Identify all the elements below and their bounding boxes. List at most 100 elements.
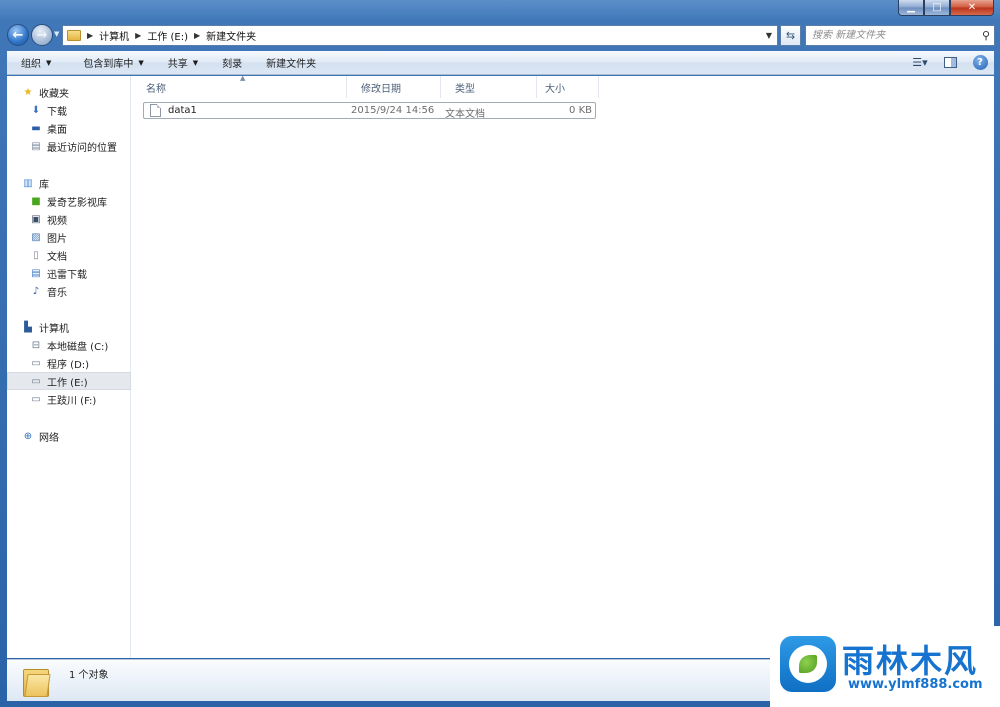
sidebar-item-label: 工作 (E:) bbox=[47, 377, 88, 389]
sidebar-item-label: 收藏夹 bbox=[39, 88, 69, 100]
iqiyi-icon: ■ bbox=[31, 195, 41, 207]
close-button[interactable]: ✕ bbox=[950, 0, 994, 16]
network-icon: ⊕ bbox=[23, 430, 33, 442]
change-view-button[interactable]: ☰▾ bbox=[912, 54, 928, 70]
file-list: 名称 ▲ 修改日期 类型 大小 data1 2015/9/24 14:56 文本… bbox=[132, 74, 994, 658]
folder-icon bbox=[23, 665, 51, 697]
breadcrumb-computer[interactable]: 计算机 bbox=[99, 28, 129, 43]
column-header-type[interactable]: 类型 bbox=[441, 76, 537, 98]
sidebar-item-recent-places[interactable]: ▤ 最近访问的位置 bbox=[7, 137, 131, 155]
column-header-name[interactable]: 名称 ▲ bbox=[132, 74, 347, 98]
table-row[interactable]: data1 2015/9/24 14:56 文本文档 0 KB bbox=[143, 102, 596, 120]
sidebar-item-iqiyi-library[interactable]: ■ 爱奇艺影视库 bbox=[7, 192, 131, 210]
recent-places-icon: ▤ bbox=[31, 140, 41, 152]
share-label: 共享 bbox=[167, 59, 188, 70]
column-header-modified[interactable]: 修改日期 bbox=[347, 76, 441, 98]
chevron-down-icon: ▼ bbox=[192, 58, 199, 67]
navigation-bar: ← → ▼ ▶ 计算机 ▶ 工作 (E:) ▶ 新建文件夹 ▼ ⇆ ⚲ bbox=[4, 22, 996, 50]
system-drive-icon: ⊟ bbox=[31, 339, 41, 351]
preview-pane-icon bbox=[943, 56, 957, 68]
chevron-down-icon: ▼ bbox=[54, 30, 60, 38]
desktop-icon: ▬ bbox=[31, 122, 41, 134]
chevron-right-icon[interactable]: ▶ bbox=[135, 31, 141, 40]
help-icon: ? bbox=[972, 54, 988, 70]
refresh-button[interactable]: ⇆ bbox=[780, 25, 801, 46]
xunlei-icon: ▤ bbox=[31, 267, 41, 279]
organize-label: 组织 bbox=[21, 59, 41, 70]
forward-button[interactable]: → bbox=[31, 24, 53, 46]
chevron-right-icon[interactable]: ▶ bbox=[87, 31, 93, 40]
share-button[interactable]: 共享 ▼ bbox=[160, 52, 206, 74]
sidebar-item-network[interactable]: ⊕ 网络 bbox=[7, 427, 131, 445]
sidebar-item-libraries[interactable]: ▥ 库 bbox=[7, 174, 131, 192]
search-box[interactable]: ⚲ bbox=[805, 25, 995, 46]
arrow-left-icon: ← bbox=[12, 27, 24, 43]
sidebar-item-documents[interactable]: ▯ 文档 bbox=[7, 246, 131, 264]
chevron-right-icon[interactable]: ▶ bbox=[194, 31, 200, 40]
column-header-size[interactable]: 大小 bbox=[537, 76, 599, 98]
search-input[interactable] bbox=[806, 26, 978, 45]
downloads-folder-icon: ⬇ bbox=[31, 104, 41, 116]
logo-badge-icon bbox=[780, 636, 836, 692]
burn-button[interactable]: 刻录 bbox=[214, 52, 250, 74]
sidebar-item-favorites[interactable]: ★ 收藏夹 bbox=[7, 83, 131, 101]
star-icon: ★ bbox=[23, 86, 33, 98]
sidebar-item-label: 桌面 bbox=[47, 124, 67, 136]
sidebar-item-downloads[interactable]: ⬇ 下载 bbox=[7, 101, 131, 119]
include-in-library-button[interactable]: 包含到库中 ▼ bbox=[75, 52, 151, 74]
new-folder-button[interactable]: 新建文件夹 bbox=[258, 52, 324, 74]
sidebar-item-label: 网络 bbox=[39, 432, 59, 444]
sidebar-item-label: 音乐 bbox=[47, 287, 67, 299]
recent-pages-dropdown[interactable]: ▼ bbox=[54, 30, 59, 38]
organize-button[interactable]: 组织 ▼ bbox=[13, 52, 59, 74]
include-in-library-label: 包含到库中 bbox=[83, 59, 134, 70]
column-header-label: 名称 bbox=[146, 83, 166, 95]
sidebar-item-computer[interactable]: ▙ 计算机 bbox=[7, 318, 131, 336]
sidebar-item-videos[interactable]: ▣ 视频 bbox=[7, 210, 131, 228]
sidebar-item-drive-e[interactable]: ▭ 工作 (E:) bbox=[7, 372, 131, 390]
chevron-down-icon: ▼ bbox=[765, 31, 773, 40]
file-size: 0 KB bbox=[569, 105, 592, 116]
address-history-dropdown[interactable]: ▼ bbox=[763, 29, 775, 42]
sidebar-item-label: 文档 bbox=[47, 251, 67, 263]
drive-icon: ▭ bbox=[31, 357, 41, 369]
sidebar-item-pictures[interactable]: ▨ 图片 bbox=[7, 228, 131, 246]
column-header-label: 类型 bbox=[455, 83, 475, 95]
sidebar-item-desktop[interactable]: ▬ 桌面 bbox=[7, 119, 131, 137]
folder-icon bbox=[67, 30, 81, 41]
breadcrumb-drive-e[interactable]: 工作 (E:) bbox=[147, 28, 188, 43]
address-bar[interactable]: ▶ 计算机 ▶ 工作 (E:) ▶ 新建文件夹 ▼ bbox=[62, 25, 778, 46]
sidebar-item-label: 迅雷下载 bbox=[47, 269, 87, 281]
back-button[interactable]: ← bbox=[7, 24, 29, 46]
title-bar: ▁ □ ✕ bbox=[0, 0, 1000, 20]
sidebar-item-label: 最近访问的位置 bbox=[47, 142, 117, 154]
sidebar-item-label: 本地磁盘 (C:) bbox=[47, 341, 109, 353]
sidebar-item-xunlei-downloads[interactable]: ▤ 迅雷下载 bbox=[7, 264, 131, 282]
toolbar-right: ☰▾ ? bbox=[912, 54, 988, 70]
video-icon: ▣ bbox=[31, 213, 41, 225]
breadcrumb-new-folder[interactable]: 新建文件夹 bbox=[206, 28, 256, 43]
sidebar-item-drive-d[interactable]: ▭ 程序 (D:) bbox=[7, 354, 131, 372]
libraries-icon: ▥ bbox=[23, 177, 33, 189]
drive-icon: ▭ bbox=[31, 393, 41, 405]
maximize-button[interactable]: □ bbox=[924, 0, 950, 16]
minimize-button[interactable]: ▁ bbox=[898, 0, 924, 16]
help-button[interactable]: ? bbox=[972, 54, 988, 70]
sidebar-item-music[interactable]: ♪ 音乐 bbox=[7, 282, 131, 300]
command-bar: 组织 ▼ 包含到库中 ▼ 共享 ▼ 刻录 新建文件夹 ☰▾ ? bbox=[7, 51, 994, 75]
sidebar-item-drive-c[interactable]: ⊟ 本地磁盘 (C:) bbox=[7, 336, 131, 354]
preview-pane-button[interactable] bbox=[942, 54, 958, 70]
sidebar-item-label: 程序 (D:) bbox=[47, 359, 90, 371]
search-icon[interactable]: ⚲ bbox=[978, 29, 994, 42]
logo-title: 雨林木风 bbox=[842, 642, 979, 680]
documents-icon: ▯ bbox=[33, 249, 39, 261]
sidebar-item-label: 计算机 bbox=[39, 323, 69, 335]
sidebar-item-label: 下载 bbox=[47, 106, 67, 118]
item-count: 1 个对象 bbox=[69, 670, 109, 681]
new-folder-label: 新建文件夹 bbox=[266, 59, 317, 70]
file-modified: 2015/9/24 14:56 bbox=[351, 105, 435, 116]
watermark-logo: 雨林木风 www.ylmf888.com bbox=[770, 626, 1000, 707]
sidebar-item-drive-f[interactable]: ▭ 王跂川 (F:) bbox=[7, 390, 131, 408]
sidebar-item-label: 库 bbox=[39, 179, 49, 191]
logo-url: www.ylmf888.com bbox=[848, 677, 983, 692]
